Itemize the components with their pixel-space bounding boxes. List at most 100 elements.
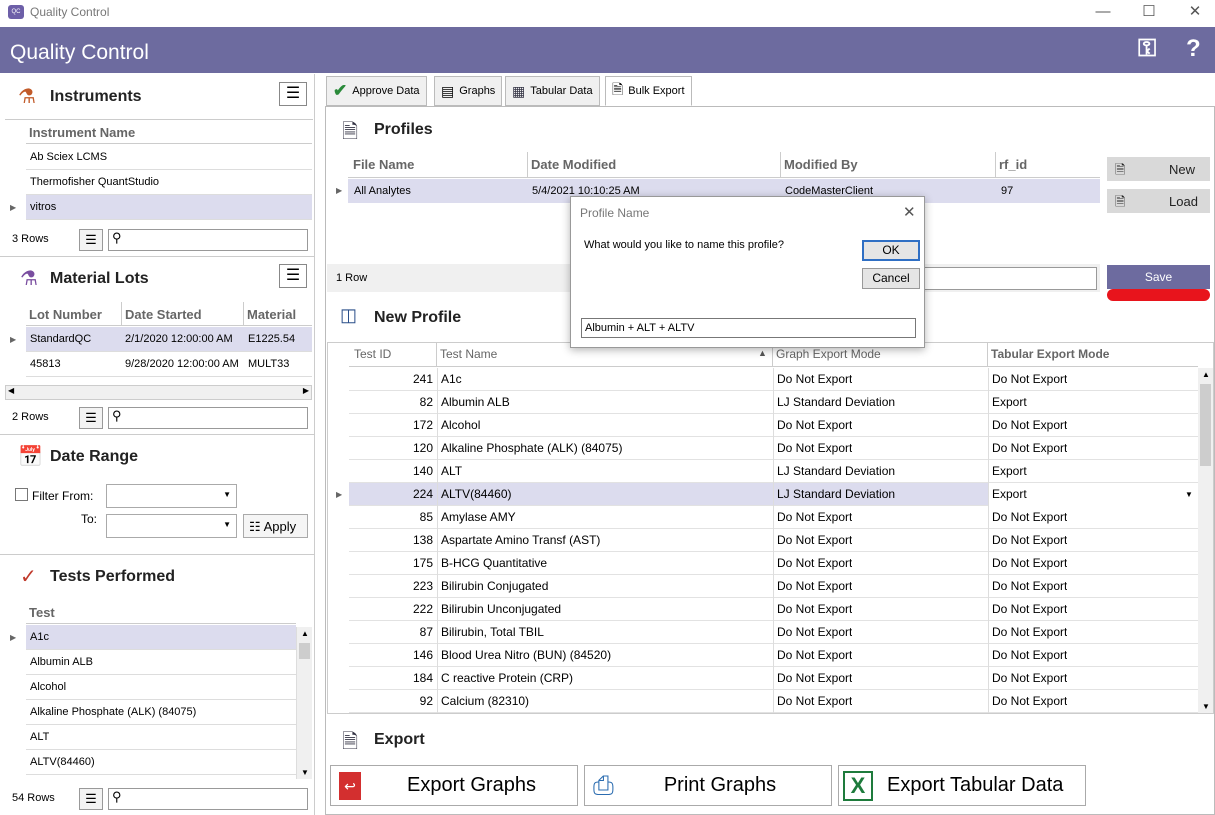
help-icon[interactable]: ? (1186, 35, 1201, 63)
graph-export-mode-cell[interactable]: Do Not Export (777, 418, 852, 432)
tabular-export-mode-cell[interactable]: Do Not Export (992, 648, 1067, 662)
graph-export-mode-cell[interactable]: LJ Standard Deviation (777, 487, 895, 501)
lot-number-header[interactable]: Lot Number (26, 302, 122, 326)
instrument-name-header[interactable]: Instrument Name (26, 120, 312, 144)
tab-approve-data[interactable]: ✔ Approve Data (326, 76, 427, 106)
filter-from-checkbox[interactable] (15, 488, 28, 501)
tests-vertical-scrollbar[interactable]: ▲ ▼ (296, 627, 312, 779)
scroll-up-icon[interactable]: ▲ (1202, 370, 1210, 379)
table-row[interactable] (26, 195, 312, 220)
dialog-close-icon[interactable]: ✕ (903, 203, 916, 221)
column-divider (988, 667, 989, 690)
tests-search[interactable]: ⚲ (108, 788, 308, 810)
scroll-up-icon[interactable]: ▲ (301, 629, 309, 638)
tab-bulk-export[interactable]: 🗎 Bulk Export (605, 76, 692, 106)
tabular-export-mode-cell[interactable]: Do Not Export (992, 694, 1067, 708)
graph-export-mode-cell[interactable]: Do Not Export (777, 556, 852, 570)
material-lots-search[interactable]: ⚲ (108, 407, 308, 429)
tabular-export-mode-cell[interactable]: Do Not Export (992, 671, 1067, 685)
graph-export-mode-cell[interactable]: Do Not Export (777, 625, 852, 639)
date-modified-header[interactable]: Date Modified (528, 152, 781, 178)
scroll-left-icon[interactable]: ◀ (8, 386, 14, 395)
test-id-cell: 172 (412, 418, 433, 432)
graph-export-mode-cell[interactable]: Do Not Export (777, 694, 852, 708)
date-started-header[interactable]: Date Started (122, 302, 244, 326)
material-lots-list-menu[interactable]: ☰ (79, 407, 103, 429)
tabular-export-mode-cell[interactable]: Export (992, 487, 1027, 501)
graph-export-mode-cell[interactable]: Do Not Export (777, 648, 852, 662)
table-row[interactable] (26, 725, 296, 750)
instrument-name-cell: Ab Sciex LCMS (30, 151, 108, 163)
material-header[interactable]: Material (244, 302, 312, 326)
tabular-export-mode-cell[interactable]: Do Not Export (992, 556, 1067, 570)
tabular-export-mode-header[interactable]: Tabular Export Mode (988, 343, 1198, 367)
material-lots-menu-button[interactable]: ☰ (279, 264, 307, 288)
tabular-export-mode-cell[interactable]: Do Not Export (992, 372, 1067, 386)
graph-export-mode-cell[interactable]: LJ Standard Deviation (777, 464, 895, 478)
table-row[interactable] (26, 625, 296, 650)
instruments-list-menu[interactable]: ☰ (79, 229, 103, 251)
tab-graphs[interactable]: ▤ Graphs (434, 76, 503, 106)
save-profile-button[interactable]: Save (1107, 265, 1210, 289)
graph-export-mode-cell[interactable]: Do Not Export (777, 671, 852, 685)
graph-export-mode-cell[interactable]: Do Not Export (777, 602, 852, 616)
tests-list-menu[interactable]: ☰ (79, 788, 103, 810)
export-graphs-button[interactable]: ↩ Export Graphs (330, 765, 578, 806)
search-icon: ⚲ (112, 408, 122, 423)
tabular-export-mode-cell[interactable]: Do Not Export (992, 579, 1067, 593)
graph-export-mode-cell[interactable]: Do Not Export (777, 510, 852, 524)
scroll-right-icon[interactable]: ▶ (303, 386, 309, 395)
tab-tabular-data[interactable]: ▦ Tabular Data (505, 76, 600, 106)
graph-export-mode-cell[interactable]: Do Not Export (777, 441, 852, 455)
test-id-cell: 146 (412, 648, 433, 662)
column-divider (773, 506, 774, 529)
new-profile-button[interactable]: 🗎 New (1107, 157, 1210, 181)
tabular-export-mode-cell[interactable]: Do Not Export (992, 602, 1067, 616)
test-id-header[interactable]: Test ID (349, 343, 437, 367)
column-divider (773, 575, 774, 598)
tabular-export-mode-cell[interactable]: Do Not Export (992, 533, 1067, 547)
instruments-menu-button[interactable]: ☰ (279, 82, 307, 106)
excel-icon: X (843, 770, 873, 801)
tabular-export-mode-cell[interactable]: Do Not Export (992, 625, 1067, 639)
table-row[interactable] (26, 675, 296, 700)
tabular-export-mode-cell[interactable]: Do Not Export (992, 441, 1067, 455)
lots-horizontal-scrollbar[interactable]: ◀ ▶ (5, 385, 312, 400)
minimize-icon[interactable]: — (1091, 2, 1115, 22)
filter-from-date[interactable]: ▼ (106, 484, 237, 508)
rf-id-header[interactable]: rf_id (996, 152, 1100, 178)
to-date[interactable]: ▼ (106, 514, 237, 538)
ok-button[interactable]: OK (862, 240, 920, 261)
tabular-export-mode-cell[interactable]: Do Not Export (992, 510, 1067, 524)
new-profile-vertical-scrollbar[interactable]: ▲ ▼ (1198, 368, 1213, 713)
maximize-icon[interactable]: ☐ (1137, 2, 1161, 22)
app-header: Quality Control ⚿ ? (0, 27, 1215, 73)
cancel-button[interactable]: Cancel (862, 268, 920, 289)
apply-button[interactable]: ☷ Apply (243, 514, 308, 538)
profile-name-input[interactable] (581, 318, 916, 338)
export-icon: 🗎 (342, 731, 359, 753)
chevron-down-icon: ▼ (1185, 490, 1193, 499)
print-graphs-button[interactable]: ⎙ Print Graphs (584, 765, 832, 806)
file-name-header[interactable]: File Name (348, 152, 528, 178)
tabular-export-mode-cell[interactable]: Export (992, 464, 1027, 478)
test-column-header[interactable]: Test (26, 600, 296, 624)
graph-export-mode-cell[interactable]: Do Not Export (777, 533, 852, 547)
profiles-search[interactable] (920, 267, 1097, 290)
export-tabular-data-button[interactable]: X Export Tabular Data (838, 765, 1086, 806)
column-divider (773, 483, 774, 506)
modified-by-header[interactable]: Modified By (781, 152, 996, 178)
column-divider (988, 690, 989, 713)
close-icon[interactable]: ✕ (1183, 2, 1207, 22)
instruments-search[interactable]: ⚲ (108, 229, 308, 251)
tabular-export-mode-cell[interactable]: Export (992, 395, 1027, 409)
calendar-icon: 📅 (18, 446, 43, 468)
graph-export-mode-cell[interactable]: Do Not Export (777, 372, 852, 386)
load-profile-button[interactable]: 🗎 Load (1107, 189, 1210, 213)
scroll-down-icon[interactable]: ▼ (301, 768, 309, 777)
tabular-export-mode-cell[interactable]: Do Not Export (992, 418, 1067, 432)
graph-export-mode-cell[interactable]: LJ Standard Deviation (777, 395, 895, 409)
scroll-down-icon[interactable]: ▼ (1202, 702, 1210, 711)
graph-export-mode-cell[interactable]: Do Not Export (777, 579, 852, 593)
keys-icon[interactable]: ⚿ (1138, 35, 1156, 63)
